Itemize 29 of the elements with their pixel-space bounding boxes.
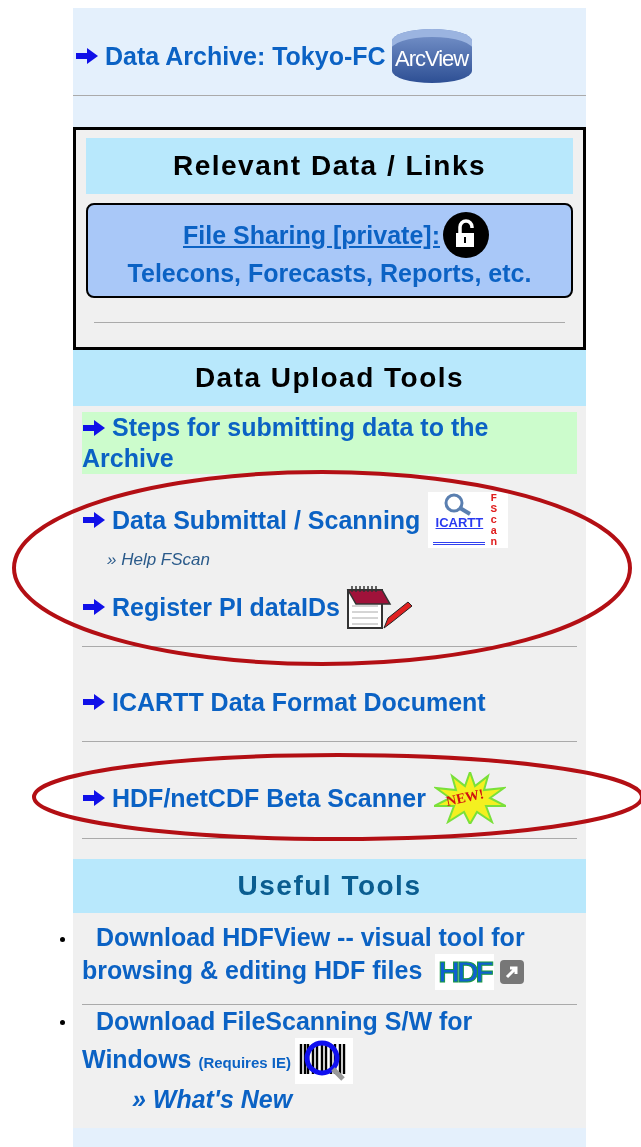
new-starburst-badge: NEW! [433, 772, 506, 824]
steps-link[interactable]: Steps for submitting data to the Archive [82, 412, 577, 474]
barcode-magnifier-icon [294, 1038, 353, 1085]
unlocked-padlock-icon [442, 211, 490, 259]
tool-link[interactable]: Data Submittal / Scanning [112, 505, 421, 535]
arrow-icon [82, 693, 106, 711]
bullet [60, 1020, 65, 1026]
bullet [60, 937, 65, 942]
download-link[interactable]: Download FileScanning S/W for Windows (Requires IE) [82, 1005, 577, 1085]
section-heading: Relevant Data / Links [171, 150, 488, 182]
whats-new-link[interactable]: » What's New [132, 1084, 577, 1115]
tool-link[interactable]: HDF/netCDF Beta Scanner [112, 783, 426, 813]
section-heading: Useful Tools [236, 870, 423, 902]
file-sharing-link[interactable]: File Sharing [private]: [169, 220, 440, 250]
arrow-icon [82, 419, 106, 437]
archive-link[interactable]: Data Archive: Tokyo-FC [105, 41, 386, 71]
cylinder-logo: ArcView [391, 29, 472, 83]
tool-link[interactable]: Register PI dataIDs [112, 592, 340, 622]
arrow-icon [82, 598, 106, 616]
arrow-icon [82, 789, 106, 807]
hdf-logo: HDF [435, 954, 494, 991]
tool-link[interactable]: ICARTT Data Format Document [112, 687, 486, 717]
arrow-icon [75, 47, 99, 65]
download-link[interactable]: Download HDFView -- visual tool for browsing & editing HDF files HDF [82, 921, 577, 991]
arrow-icon [82, 511, 106, 529]
help-link[interactable]: » Help FScan [107, 551, 577, 569]
section-heading: Data Upload Tools [193, 362, 466, 394]
notepad-pencil-icon [345, 584, 412, 630]
card-subtitle: Telecons, Forecasts, Reports, etc. [126, 259, 533, 288]
